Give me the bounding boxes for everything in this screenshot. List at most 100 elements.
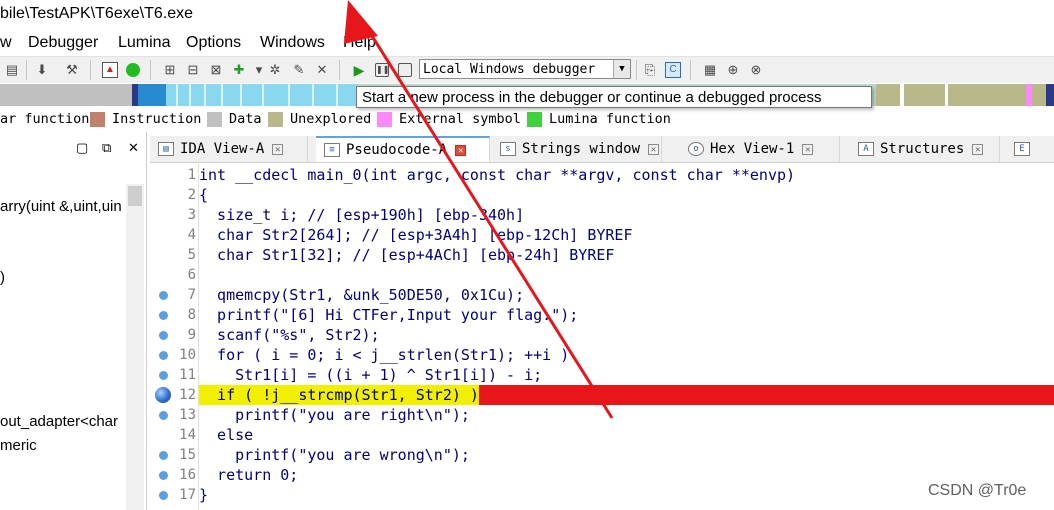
list-item[interactable]: ) [0, 269, 5, 286]
line-number: 4 [187, 227, 196, 243]
executable-line-dot-icon[interactable] [159, 311, 168, 320]
legend-swatch [268, 111, 283, 127]
toolbar-separator [26, 60, 27, 80]
add-function-icon[interactable]: ⊞ [160, 60, 180, 80]
scrollbar-thumb[interactable] [128, 186, 142, 206]
add-xref-icon[interactable]: ✚ [229, 60, 249, 80]
code-text: return 0; [199, 466, 299, 484]
line-number: 1 [187, 167, 196, 183]
tab-pseudocode-a[interactable]: ≡ Pseudocode-A ✕ [316, 136, 490, 162]
list-item[interactable]: out_adapter<char [0, 413, 118, 430]
code-line[interactable]: 9 scanf("%s", Str2); [150, 325, 1054, 345]
panel-float-icon[interactable]: ▢ [76, 140, 88, 156]
menu-help[interactable]: Help [343, 34, 376, 52]
code-text: printf("you are wrong\n"); [199, 446, 470, 464]
executable-line-dot-icon[interactable] [159, 331, 168, 340]
toolbar-separator [690, 60, 691, 80]
code-line[interactable]: 3 size_t i; // [esp+190h] [ebp-340h] [150, 205, 1054, 225]
tab-close-icon[interactable]: ✕ [648, 143, 660, 155]
code-text: if ( !j__strcmp(Str1, Str2) ) [199, 385, 479, 405]
executable-line-dot-icon[interactable] [159, 411, 168, 420]
legend-swatch [90, 111, 105, 127]
download-arrow-icon[interactable]: ⬇ [32, 60, 52, 80]
line-number: 13 [179, 407, 196, 423]
code-line[interactable]: 10 for ( i = 0; i < j__strlen(Str1); ++i… [150, 345, 1054, 365]
print-icon[interactable]: ▤ [2, 60, 22, 80]
code-line[interactable]: 16 return 0; [150, 465, 1054, 485]
add-struct-icon[interactable]: ⊠ [206, 60, 226, 80]
menu-options[interactable]: Options [186, 34, 241, 52]
tab-strings-window[interactable]: s Strings window ✕ [492, 136, 662, 162]
magic-wand-icon[interactable]: ✲ [265, 60, 285, 80]
legend-external-symbol: External symbol [377, 111, 521, 127]
code-line[interactable]: 8 printf("[6] Hi CTFer,Input your flag:"… [150, 305, 1054, 325]
executable-line-dot-icon[interactable] [159, 371, 168, 380]
code-line[interactable]: 1 int __cdecl main_0(int argc, const char… [150, 165, 1054, 185]
title-bar: bile\TestAPK\T6exe\T6.exe [0, 0, 1054, 30]
calendar-icon[interactable]: ▦ [700, 60, 720, 80]
tab-ida-view-a[interactable]: ▤ IDA View-A ✕ [150, 136, 308, 162]
breakpoint-disable-icon[interactable]: ⊗ [746, 60, 766, 80]
stop-icon[interactable] [395, 60, 415, 80]
list-item[interactable]: arry(uint &,uint,uin [0, 198, 122, 215]
structures-icon: A [858, 142, 874, 156]
code-line[interactable]: 13 printf("you are right\n"); [150, 405, 1054, 425]
code-line[interactable]: 14 else [150, 425, 1054, 445]
tab-close-icon[interactable]: ✕ [802, 143, 814, 155]
list-item[interactable]: meric [0, 437, 37, 454]
code-line[interactable]: 17} [150, 485, 1054, 505]
line-number: 11 [179, 367, 196, 383]
menu-debugger[interactable]: Debugger [28, 34, 98, 52]
breakpoint-icon[interactable] [155, 387, 171, 403]
menu-windows[interactable]: Windows [260, 34, 325, 52]
executable-line-dot-icon[interactable] [159, 451, 168, 460]
tab-structures[interactable]: A Structures ✕ [850, 136, 1000, 162]
line-number: 14 [179, 427, 196, 443]
edit-icon[interactable]: ✎ [289, 60, 309, 80]
code-text: for ( i = 0; i < j__strlen(Str1); ++i ) [199, 346, 570, 364]
tab-close-icon[interactable]: ✕ [272, 143, 284, 155]
code-line[interactable]: 4 char Str2[264]; // [esp+3A4h] [ebp-12C… [150, 225, 1054, 245]
code-line[interactable]: 7 qmemcpy(Str1, &unk_50DE50, 0x1Cu); [150, 285, 1054, 305]
functions-panel-header: ▢ ⧉ ✕ [0, 137, 146, 161]
panel-close-icon[interactable]: ✕ [128, 140, 139, 156]
code-text: char Str2[264]; // [esp+3A4h] [ebp-12Ch]… [199, 226, 633, 244]
code-line[interactable]: 12 if ( !j__strcmp(Str1, Str2) ) [150, 385, 1054, 405]
executable-line-dot-icon[interactable] [159, 351, 168, 360]
menu-lumina[interactable]: Lumina [118, 34, 170, 52]
code-line[interactable]: 15 printf("you are wrong\n"); [150, 445, 1054, 465]
code-text: Str1[i] = ((i + 1) ^ Str1[i]) - i; [199, 366, 543, 384]
code-line[interactable]: 11 Str1[i] = ((i + 1) ^ Str1[i]) - i; [150, 365, 1054, 385]
play-icon[interactable]: ▶ [349, 60, 369, 80]
debug-options-icon[interactable]: ⎘ [640, 60, 660, 80]
tab-close-icon[interactable]: ✕ [972, 143, 984, 155]
tab-more[interactable]: E [1006, 136, 1054, 162]
code-text: } [199, 486, 209, 504]
attach-process-icon[interactable]: C [663, 60, 683, 80]
add-data-icon[interactable]: ⊟ [183, 60, 203, 80]
code-text: int __cdecl main_0(int argc, const char … [199, 166, 796, 184]
breakpoint-list-icon[interactable]: ⊕ [723, 60, 743, 80]
tool-icon[interactable]: ⚒ [62, 60, 82, 80]
menu-view[interactable]: w [0, 34, 12, 52]
window-title: bile\TestAPK\T6exe\T6.exe [0, 5, 193, 22]
executable-line-dot-icon[interactable] [159, 471, 168, 480]
executable-line-dot-icon[interactable] [159, 491, 168, 500]
debugger-select[interactable]: Local Windows debugger ▼ [419, 59, 631, 79]
code-line[interactable]: 6 [150, 265, 1054, 285]
code-line[interactable]: 5 char Str1[32]; // [esp+4ACh] [ebp-24h]… [150, 245, 1054, 265]
green-circle-icon[interactable] [123, 60, 143, 80]
warning-icon[interactable]: ▲ [100, 60, 120, 80]
functions-scrollbar[interactable] [126, 184, 144, 510]
tab-hex-view-1[interactable]: o Hex View-1 ✕ [680, 136, 840, 162]
code-line[interactable]: 2{ [150, 185, 1054, 205]
executable-line-dot-icon[interactable] [159, 291, 168, 300]
legend-lumina-function: Lumina function [527, 111, 671, 127]
close-icon[interactable]: ✕ [312, 60, 332, 80]
line-number: 8 [187, 307, 196, 323]
pseudocode-editor[interactable]: 1 int __cdecl main_0(int argc, const char… [150, 164, 1054, 510]
line-number: 3 [187, 207, 196, 223]
panel-restore-icon[interactable]: ⧉ [102, 140, 111, 156]
tab-close-icon[interactable]: ✕ [455, 144, 467, 156]
pause-icon[interactable]: ❚❚ [372, 60, 392, 80]
